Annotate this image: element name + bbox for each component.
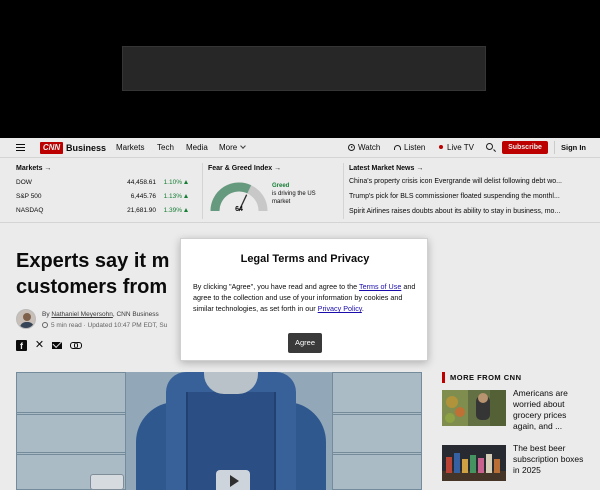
modal-body: By clicking "Agree", you have read and a… bbox=[193, 281, 419, 314]
modal-body-text: By clicking "Agree", you have read and a… bbox=[193, 282, 359, 291]
terms-of-use-link[interactable]: Terms of Use bbox=[359, 282, 401, 291]
agree-button[interactable]: Agree bbox=[288, 333, 322, 353]
modal-title: Legal Terms and Privacy bbox=[240, 253, 370, 265]
legal-terms-modal: Legal Terms and Privacy By clicking "Agr… bbox=[180, 238, 428, 361]
modal-body-text: . bbox=[361, 304, 364, 313]
privacy-policy-link[interactable]: Privacy Policy bbox=[318, 304, 362, 313]
